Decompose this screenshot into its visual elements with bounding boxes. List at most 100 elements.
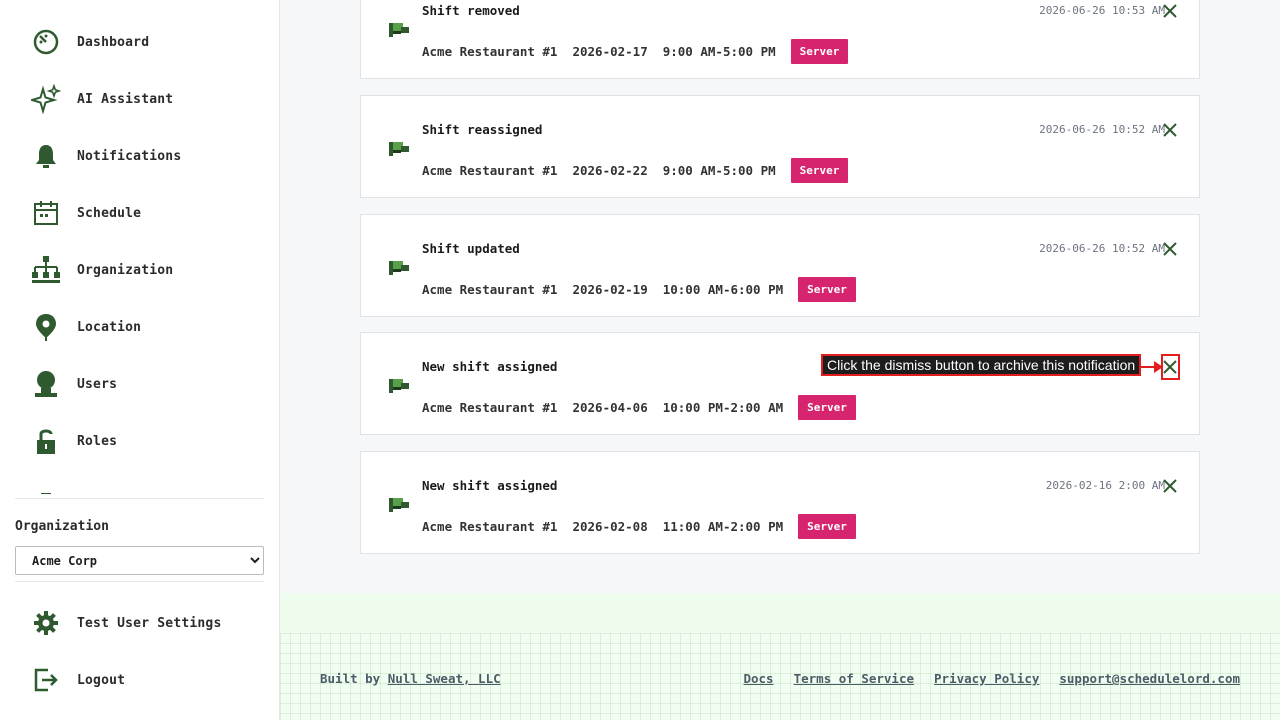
dismiss-hint-tooltip: Click the dismiss button to archive this… [821, 354, 1142, 376]
sidebar-item-label: Roles [77, 433, 118, 449]
notification-location: Acme Restaurant #1 [422, 163, 558, 178]
sidebar-item-test-user-settings[interactable]: Test User Settings [30, 603, 260, 643]
dashboard-icon [30, 26, 62, 58]
notification-location: Acme Restaurant #1 [422, 282, 558, 297]
sidebar-item-users[interactable]: Users [30, 364, 260, 404]
dismiss-button[interactable] [1161, 477, 1179, 495]
org-chart-icon [30, 254, 62, 286]
footer-link-terms[interactable]: Terms of Service [794, 671, 914, 686]
notification-date: 2026-02-22 [572, 163, 648, 178]
flag-icon [389, 258, 411, 280]
notification-timestamp: 2026-06-26 10:52 AM [1039, 123, 1165, 136]
notification-meta: Acme Restaurant #1 2026-04-06 10:00 PM-2… [422, 395, 856, 420]
flag-icon [389, 376, 411, 398]
notification-meta: Acme Restaurant #1 2026-02-08 11:00 AM-2… [422, 514, 856, 539]
dismiss-button[interactable] [1161, 240, 1179, 258]
sidebar-item-notifications[interactable]: Notifications [30, 136, 260, 176]
notification-card: Shift reassigned Acme Restaurant #1 2026… [360, 95, 1200, 198]
notification-title: Shift updated [422, 241, 520, 256]
footer-credit: Built by Null Sweat, LLC [320, 671, 501, 686]
sidebar-item-schedule[interactable]: Schedule [30, 193, 260, 233]
notification-meta: Acme Restaurant #1 2026-02-22 9:00 AM-5:… [422, 158, 849, 183]
notification-date: 2026-02-17 [572, 44, 648, 59]
flag-icon [389, 495, 411, 517]
notification-location: Acme Restaurant #1 [422, 400, 558, 415]
role-badge: Server [798, 277, 856, 302]
sidebar-item-logout[interactable]: Logout [30, 660, 260, 700]
sidebar-item-label: Schedule [77, 205, 142, 221]
footer-band [280, 593, 1280, 633]
footer: Built by Null Sweat, LLC Docs Terms of S… [280, 593, 1280, 720]
notification-time-range: 10:00 PM-2:00 AM [662, 400, 784, 415]
sidebar-item-label: Location [77, 319, 142, 335]
notification-location: Acme Restaurant #1 [422, 519, 558, 534]
organization-select[interactable]: Acme Corp [15, 546, 264, 575]
footer-link-docs[interactable]: Docs [743, 671, 773, 686]
notification-time-range: 11:00 AM-2:00 PM [662, 519, 784, 534]
footer-credit-link[interactable]: Null Sweat, LLC [388, 671, 501, 686]
close-icon [1163, 123, 1177, 137]
calendar-icon [30, 197, 62, 229]
sidebar-item-label: Users [77, 376, 118, 392]
sidebar-item-dashboard[interactable]: Dashboard [30, 22, 260, 62]
role-badge: Server [798, 395, 856, 420]
role-badge: Server [798, 514, 856, 539]
notification-meta: Acme Restaurant #1 2026-02-17 9:00 AM-5:… [422, 39, 849, 64]
sidebar-item-label: AI Assistant [77, 91, 174, 107]
footer-link-privacy[interactable]: Privacy Policy [934, 671, 1039, 686]
sidebar-item-label: Organization [77, 262, 174, 278]
close-icon [1163, 479, 1177, 493]
role-badge: Server [790, 39, 849, 64]
sidebar-divider [15, 498, 264, 499]
notification-title: Shift removed [422, 3, 520, 18]
sparkle-icon [30, 83, 62, 115]
footer-links: Docs Terms of Service Privacy Policy sup… [743, 671, 1240, 686]
notification-date: 2026-04-06 [572, 400, 648, 415]
notification-time-range: 9:00 AM-5:00 PM [662, 44, 776, 59]
bell-icon [30, 140, 62, 172]
gear-icon [30, 607, 62, 639]
dismiss-button[interactable] [1161, 2, 1179, 20]
sidebar-item-ai-assistant[interactable]: AI Assistant [30, 79, 260, 119]
sidebar-item-label: Logout [77, 672, 126, 688]
role-badge: Server [790, 158, 849, 183]
flag-icon [389, 20, 411, 42]
sidebar-item-organization[interactable]: Organization [30, 250, 260, 290]
organization-label: Organization [15, 519, 109, 534]
sidebar-item-label: Notifications [77, 148, 182, 164]
sidebar-item-label: Test User Settings [77, 615, 222, 631]
sidebar: Dashboard AI Assistant Notifications Sch… [0, 0, 280, 720]
dismiss-highlight [1161, 354, 1180, 380]
notification-card: Shift removed Acme Restaurant #1 2026-02… [360, 0, 1200, 79]
logout-icon [30, 664, 62, 696]
notification-timestamp: 2026-06-26 10:52 AM [1039, 242, 1165, 255]
notification-card: New shift assigned Acme Restaurant #1 20… [360, 332, 1200, 435]
footer-credit-prefix: Built by [320, 671, 381, 686]
sidebar-item-roles[interactable]: Roles [30, 421, 260, 461]
close-icon [1163, 4, 1177, 18]
sidebar-item-location[interactable]: Location [30, 307, 260, 347]
notification-date: 2026-02-08 [572, 519, 648, 534]
notification-timestamp: 2026-06-26 10:53 AM [1039, 4, 1165, 17]
user-icon [30, 368, 62, 400]
notification-location: Acme Restaurant #1 [422, 44, 558, 59]
notification-card: Shift updated Acme Restaurant #1 2026-02… [360, 214, 1200, 317]
notification-title: New shift assigned [422, 359, 558, 374]
sidebar-item-label: Dashboard [77, 34, 150, 50]
close-icon [1163, 242, 1177, 256]
notification-title: New shift assigned [422, 478, 558, 493]
partial-nav-icon [34, 486, 58, 494]
sidebar-nav: Dashboard AI Assistant Notifications Sch… [0, 0, 279, 494]
footer-link-support[interactable]: support@schedulelord.com [1059, 671, 1240, 686]
notification-time-range: 9:00 AM-5:00 PM [662, 163, 776, 178]
notification-meta: Acme Restaurant #1 2026-02-19 10:00 AM-6… [422, 277, 856, 302]
location-pin-icon [30, 311, 62, 343]
notification-timestamp: 2026-02-16 2:00 AM [1045, 479, 1165, 492]
notification-card: New shift assigned Acme Restaurant #1 20… [360, 451, 1200, 554]
sidebar-divider [15, 581, 264, 582]
dismiss-button[interactable] [1161, 121, 1179, 139]
notification-title: Shift reassigned [422, 122, 543, 137]
notification-time-range: 10:00 AM-6:00 PM [662, 282, 784, 297]
unlock-icon [30, 425, 62, 457]
flag-icon [389, 139, 411, 161]
